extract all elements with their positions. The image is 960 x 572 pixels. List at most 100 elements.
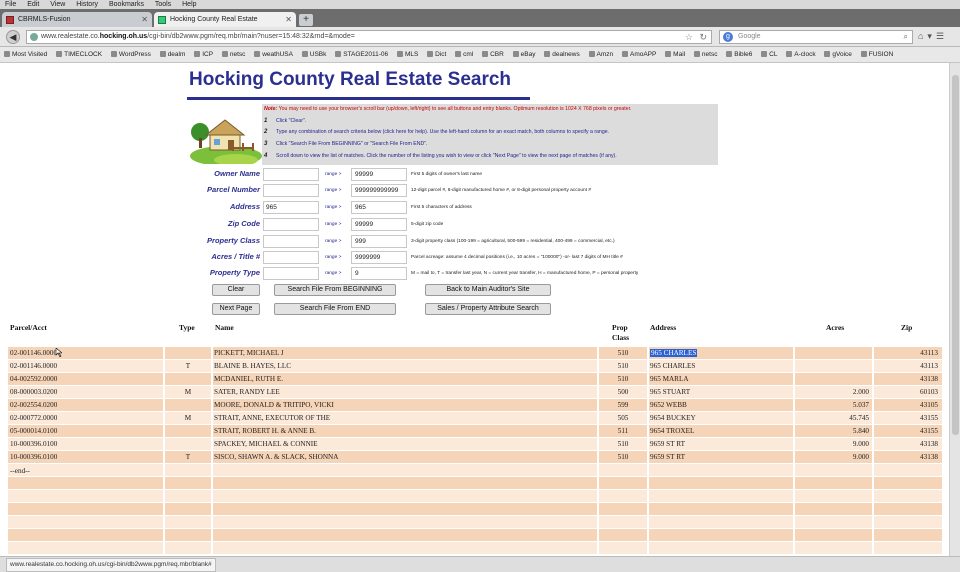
zip-code-range-input[interactable]: 99999 [351,218,407,231]
acres-title-range-input[interactable]: 9999999 [351,251,407,264]
bookmark-item[interactable]: netsc [221,47,245,62]
property-class-input[interactable] [263,235,319,248]
bookmark-item[interactable]: Most Visited [4,47,47,62]
close-tab-icon[interactable]: ✕ [285,12,292,27]
range-label: range > [325,222,342,227]
menu-bar: File Edit View History Bookmarks Tools H… [0,0,960,9]
address-bar[interactable]: www.realestate.co.hocking.oh.us/cgi-bin/… [26,30,712,44]
toolbar-icons[interactable]: ⌂▾☰ [918,31,948,42]
scrollbar-thumb[interactable] [952,75,959,435]
bookmark-item[interactable]: Dict [427,47,446,62]
bookmark-item[interactable]: WordPress [110,47,151,62]
bookmark-item[interactable]: A-clock [786,47,816,62]
bookmark-icon [4,51,10,57]
property-type-label: Property Type [209,268,260,277]
back-arrow-icon[interactable]: ◀ [6,30,20,44]
menu-edit[interactable]: Edit [27,1,39,8]
bookmark-item[interactable]: MLS [396,47,418,62]
bookmark-icon [726,51,733,57]
zip-code-label: Zip Code [227,219,260,228]
table-row[interactable]: 10-000396.0100 T SISCO, SHAWN A. & SLACK, … [8,451,942,464]
bookmark-item[interactable]: AmoAPP [621,47,656,62]
address-input[interactable]: 965 [263,201,319,214]
bookmark-item[interactable]: eBay [512,47,535,62]
menu-bookmarks[interactable]: Bookmarks [109,1,144,8]
bookmark-item[interactable]: TIMECLOCK [56,47,102,62]
close-tab-icon[interactable]: ✕ [141,12,148,27]
property-type-input[interactable] [263,267,319,280]
range-label: range > [325,271,342,276]
favicon-icon [6,16,14,24]
house-illustration-icon [190,119,262,164]
acres-title-label: Acres / Title # [211,252,260,261]
url-path: /cgi-bin/db2www.pgm/req.mbr/main?nuser=1… [147,33,355,40]
bookmark-item[interactable]: USBk [301,47,326,62]
bookmark-item[interactable]: dealnews [544,47,580,62]
parcel-number-input[interactable] [263,184,319,197]
property-class-range-input[interactable]: 999 [351,235,407,248]
bookmark-item[interactable]: netsc [693,47,717,62]
menu-help[interactable]: Help [182,1,196,8]
field-hint: M = mail to, T = transfer last year, N =… [411,271,639,276]
search-from-end-button[interactable]: Search File From END [274,303,396,315]
new-tab-button[interactable]: + [299,14,313,26]
bookmark-item[interactable]: Mail [665,47,685,62]
reload-icon[interactable]: ↻ [699,31,707,43]
search-input[interactable]: g Google ⌕ [719,30,913,44]
bookmark-icon [335,51,342,57]
bookmark-item[interactable]: dealm [159,47,185,62]
instructions-box: Note: You may need to use your browser's… [262,104,718,165]
bookmark-star-icon[interactable]: ☆ [685,31,693,43]
range-label: range > [325,205,342,210]
parcel-number-range-input[interactable]: 999999999999 [351,184,407,197]
search-placeholder: Google [738,33,761,40]
col-header-prop-class: Prop Class [612,323,630,342]
table-row[interactable]: 02-001146.0000 T BLAINE B. HAYES, LLC 510 96… [8,360,942,373]
bookmark-item[interactable]: gVoice [824,47,852,62]
menu-history[interactable]: History [76,1,98,8]
bookmark-item[interactable]: ICP [194,47,213,62]
note-text: You may need to use your browser's scrol… [278,106,632,112]
bookmark-icon [254,51,261,57]
menu-view[interactable]: View [50,1,65,8]
tab-label: CBRMLS-Fusion [18,16,71,23]
bookmark-icon [301,51,308,57]
tab-cbrmls[interactable]: CBRMLS-Fusion ✕ [2,12,152,27]
vertical-scrollbar[interactable] [949,63,960,556]
table-row[interactable]: 04-002592.0000 MCDANIEL, RUTH E. 510 965 MA… [8,373,942,386]
zip-code-input[interactable] [263,218,319,231]
menu-file[interactable]: File [5,1,16,8]
acres-title-input[interactable] [263,251,319,264]
main-auditor-site-button[interactable]: Back to Main Auditor's Site [425,284,551,296]
bookmark-item[interactable]: Amzn [588,47,613,62]
bookmark-icon [824,51,831,57]
col-header-zip: Zip [901,323,913,332]
table-row[interactable]: 08-000003.0200 M SATER, RANDY LEE 500 965 ST… [8,386,942,399]
clear-button[interactable]: Clear [212,284,260,296]
table-row[interactable]: 05-000014.0100 STRAIT, ROBERT H. & ANNE B… [8,425,942,438]
table-row[interactable]: 02-002554.0200 MOORE, DONALD & TRITIPO, V… [8,399,942,412]
address-range-input[interactable]: 965 [351,201,407,214]
owner-name-range-input[interactable]: 99999 [351,168,407,181]
table-row[interactable]: 10-000396.0100 SPACKEY, MICHAEL & CONNIE 5… [8,438,942,451]
bookmark-item[interactable]: CL [761,47,777,62]
property-type-range-input[interactable]: 9 [351,267,407,280]
table-row[interactable]: 02-000772.0000 M STRAIT, ANNE, EXECUTOR OF… [8,412,942,425]
sales-attribute-search-button[interactable]: Sales / Property Attribute Search [425,303,551,315]
tab-hocking[interactable]: Hocking County Real Estate ✕ [154,12,296,27]
col-header-type: Type [179,323,195,332]
owner-name-input[interactable] [263,168,319,181]
next-page-button[interactable]: Next Page [212,303,260,315]
search-from-beginning-button[interactable]: Search File From BEGINNING [274,284,396,296]
bookmark-item[interactable]: STAGE2011-06 [335,47,388,62]
bookmark-item[interactable]: cml [455,47,473,62]
table-row-empty [8,516,942,529]
menu-tools[interactable]: Tools [155,1,171,8]
selected-address-text[interactable]: 965 CHARLES [650,349,698,357]
bookmark-item[interactable]: weathUSA [254,47,293,62]
bookmark-item[interactable]: Bible6 [726,47,752,62]
bookmark-item[interactable]: CBR [482,47,504,62]
search-icon[interactable]: ⌕ [904,31,908,43]
table-row[interactable]: 02-001146.0000 PICKETT, MICHAEL J 510 965 C… [8,347,942,360]
bookmark-item[interactable]: FUSION [860,47,893,62]
